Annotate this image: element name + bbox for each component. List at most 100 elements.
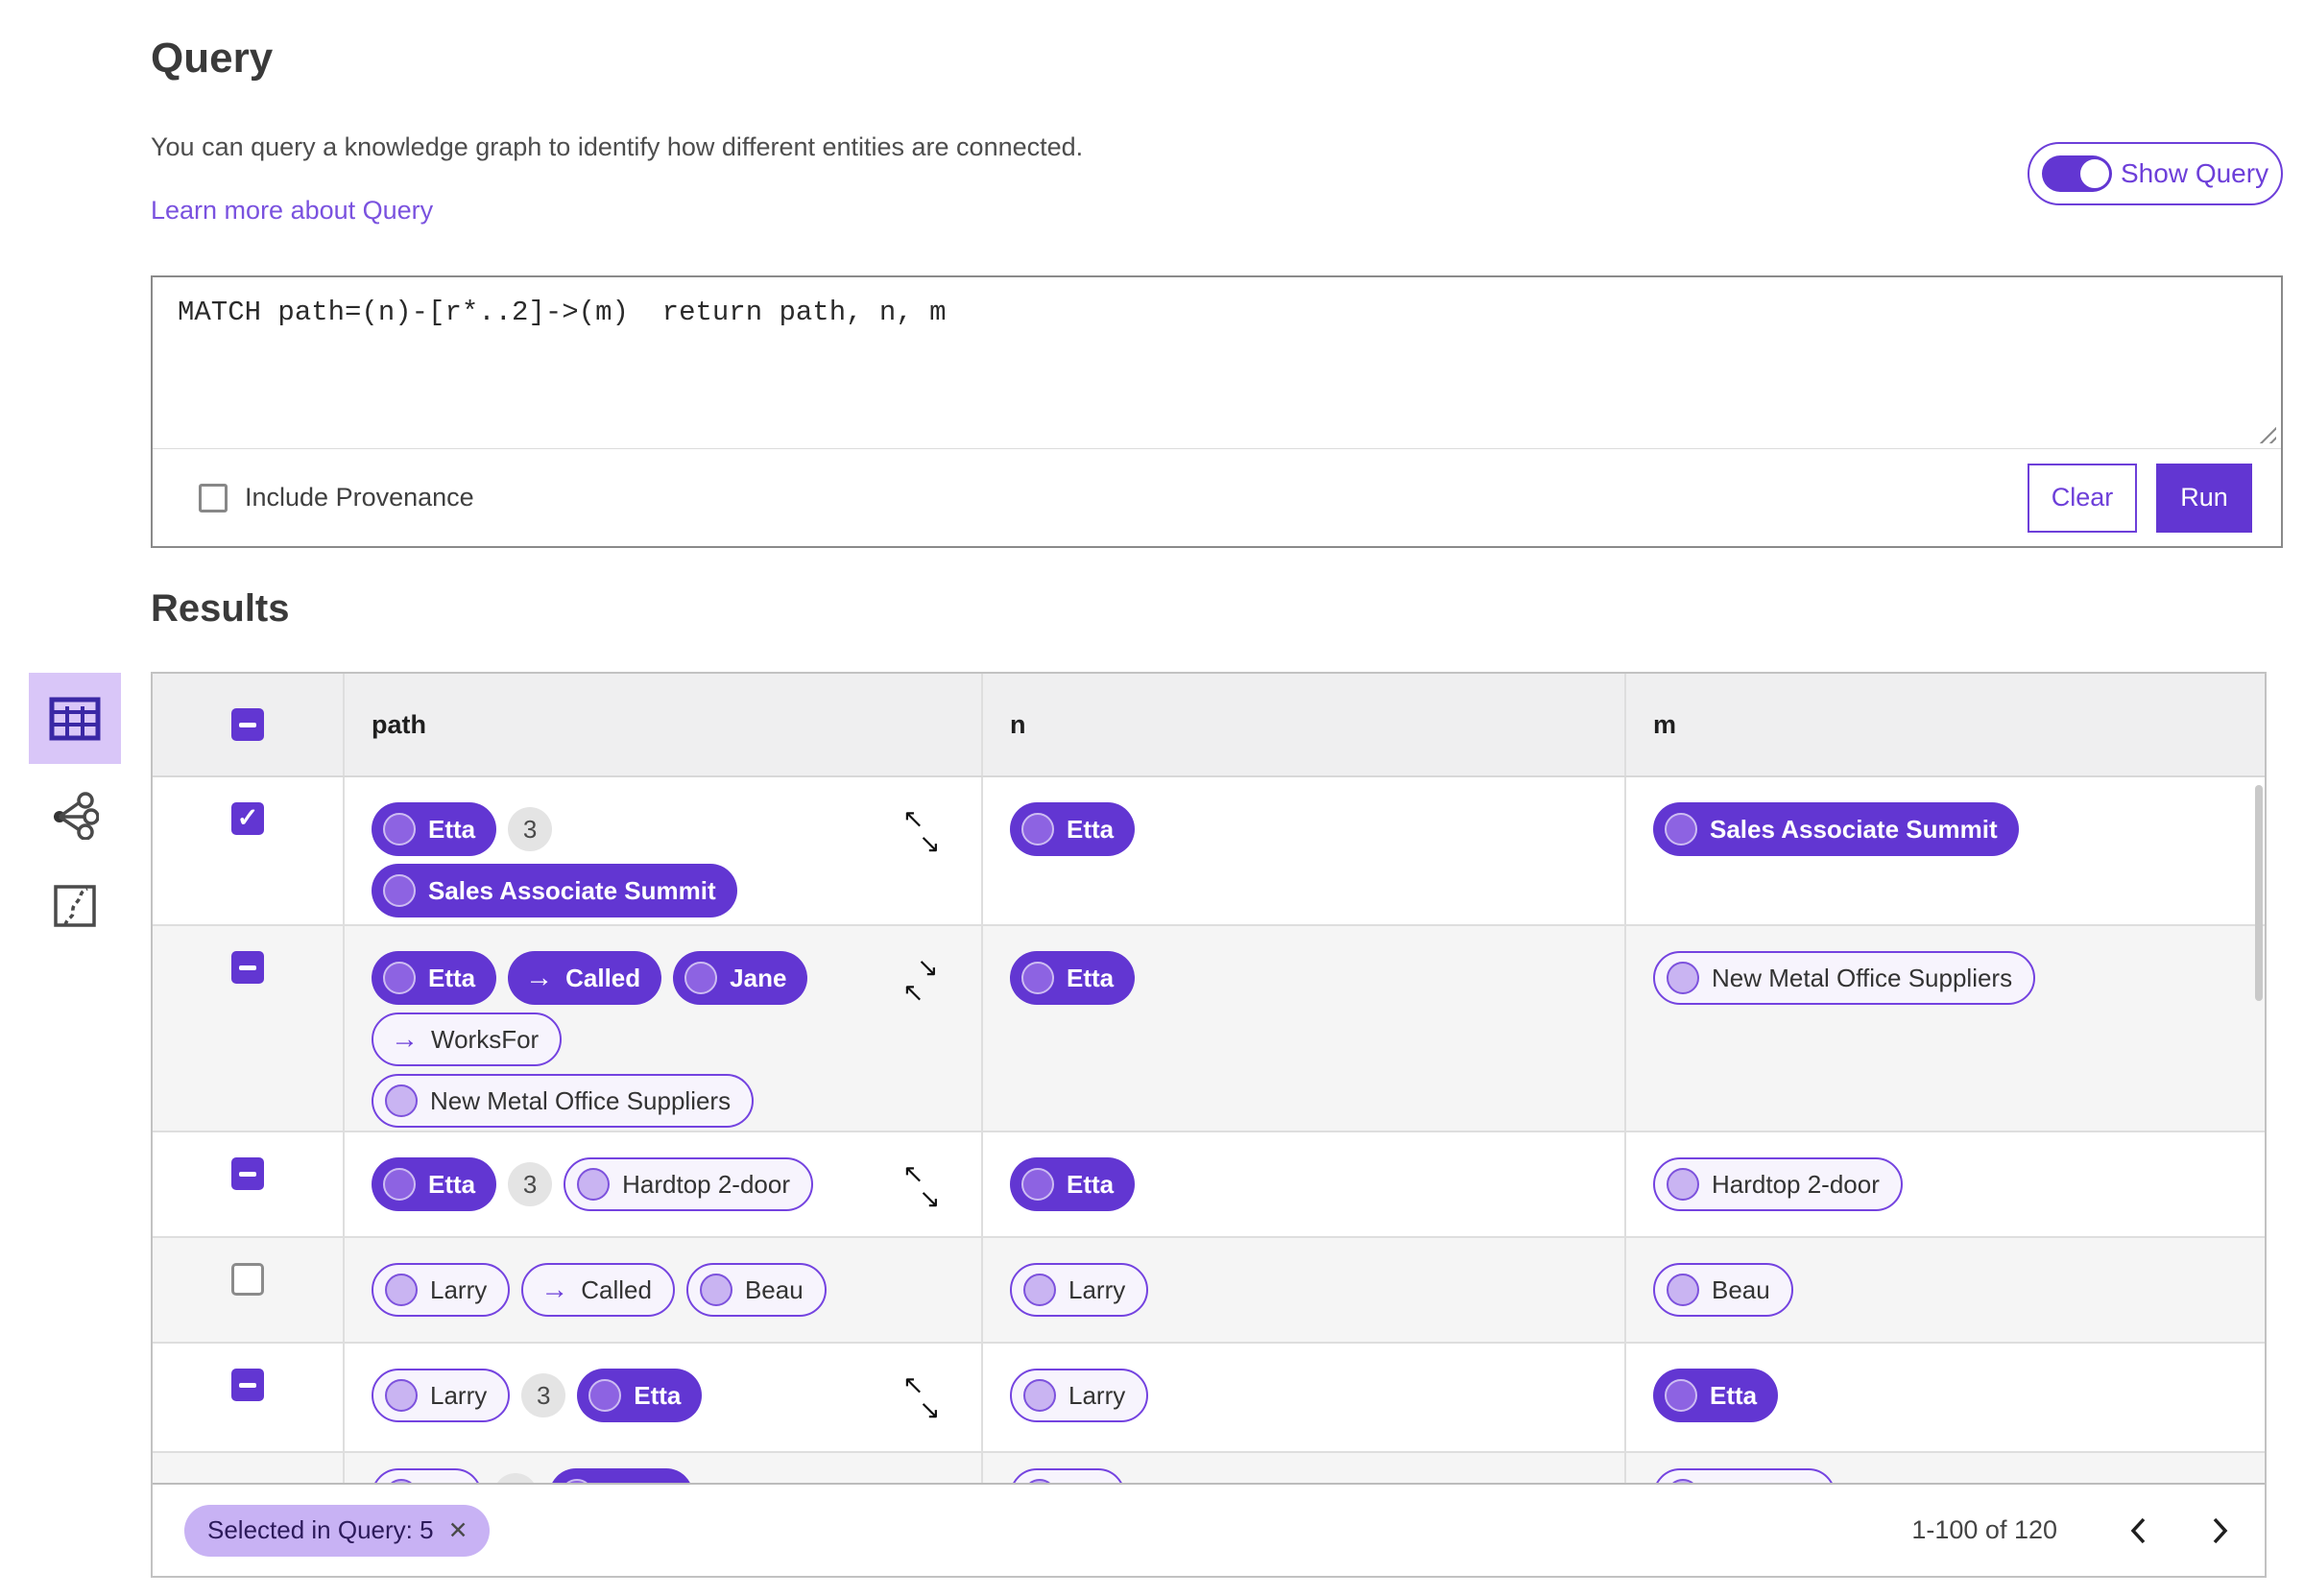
run-button[interactable]: Run xyxy=(2156,463,2252,533)
node-pill[interactable]: Etta xyxy=(1010,802,1136,856)
column-header-m[interactable]: m xyxy=(1626,674,2265,775)
path-line: Etta 3 Hardtop 2-door xyxy=(372,1157,958,1211)
pagination-range: 1-100 of 120 xyxy=(1911,1515,2057,1544)
show-query-toggle[interactable]: Show Query xyxy=(2028,142,2283,205)
node-pill[interactable]: New Metal Office Suppliers xyxy=(372,1074,755,1128)
avatar-circle xyxy=(1667,1479,1699,1483)
expand-icon[interactable]: ↖ ↘ xyxy=(902,1372,945,1426)
node-pill[interactable]: Etta xyxy=(372,802,497,856)
avatar-circle xyxy=(385,1479,418,1483)
node-pill[interactable]: Beau xyxy=(1653,1263,1793,1317)
row-checkbox[interactable] xyxy=(231,951,264,984)
pill-label: Larry xyxy=(430,1274,488,1304)
relationship-pill[interactable]: → WorksFor xyxy=(372,1012,563,1066)
pill-label: Larry xyxy=(1068,1380,1126,1410)
include-provenance-checkbox[interactable] xyxy=(199,483,228,512)
view-map-button[interactable] xyxy=(46,879,104,933)
expand-icon[interactable]: ↖ ↘ xyxy=(902,806,945,860)
avatar-circle xyxy=(383,813,416,846)
node-pill[interactable]: Larry xyxy=(1010,1369,1149,1422)
row-checkbox-cell xyxy=(153,1132,345,1236)
pill-label: Etta xyxy=(1710,1380,1758,1410)
arrow-icon: → xyxy=(391,1023,419,1055)
node-pill[interactable] xyxy=(549,1468,693,1483)
chip-close-icon[interactable]: ✕ xyxy=(448,1516,468,1545)
learn-more-link[interactable]: Learn more about Query xyxy=(151,196,433,226)
row-checkbox[interactable] xyxy=(231,802,264,835)
next-page-button[interactable] xyxy=(2199,1510,2242,1552)
node-pill[interactable]: Etta xyxy=(372,951,497,1005)
relationship-pill[interactable]: → Called xyxy=(521,1263,675,1317)
pill-label: Hardtop 2-door xyxy=(1712,1169,1880,1199)
node-pill[interactable]: Sales Associate Summit xyxy=(1653,802,2019,856)
editor-toolbar: Include Provenance Clear Run xyxy=(153,449,2281,546)
path-line: Larry 3 Etta xyxy=(372,1369,958,1422)
row-checkbox-cell xyxy=(153,1344,345,1451)
path-cell: Etta → Called Jane → WorksFor New Metal Office… xyxy=(345,926,983,1145)
path-line: Etta → Called Jane xyxy=(372,951,958,1005)
column-header-path[interactable]: path xyxy=(345,674,983,775)
node-pill[interactable]: Jane xyxy=(673,951,808,1005)
table-row: Larry → Called Beau Larry Beau xyxy=(153,1238,2265,1344)
resize-grip-icon[interactable] xyxy=(2255,422,2276,443)
n-cell: Etta xyxy=(983,1132,1626,1236)
count-badge: 3 xyxy=(508,1162,553,1206)
avatar-circle xyxy=(1665,1379,1697,1412)
relationship-pill[interactable]: → Called xyxy=(508,951,662,1005)
path-cell: Etta 3 Sales Associate Summit ↖ ↘ xyxy=(345,777,983,935)
expand-icon[interactable]: ↖ ↘ xyxy=(902,1161,945,1215)
avatar-circle xyxy=(383,874,416,907)
row-checkbox[interactable] xyxy=(231,1157,264,1190)
node-pill[interactable]: Larry xyxy=(1010,1263,1149,1317)
arrow-icon: → xyxy=(540,1274,569,1305)
avatar-circle xyxy=(383,962,416,994)
path-line: Sales Associate Summit xyxy=(372,864,958,917)
node-pill[interactable]: Etta xyxy=(1010,951,1136,1005)
node-pill[interactable]: Etta xyxy=(1653,1369,1779,1422)
node-pill[interactable] xyxy=(1653,1468,1836,1483)
toggle-knob xyxy=(2077,156,2112,191)
n-cell: Larry xyxy=(983,1344,1626,1451)
row-checkbox-cell xyxy=(153,926,345,1145)
row-checkbox[interactable] xyxy=(231,1369,264,1401)
node-pill[interactable]: Beau xyxy=(685,1263,827,1317)
node-pill[interactable]: Larry xyxy=(372,1263,511,1317)
avatar-circle xyxy=(1667,1274,1699,1306)
m-cell: Hardtop 2-door xyxy=(1626,1132,2265,1236)
clear-button[interactable]: Clear xyxy=(2028,463,2137,533)
select-all-checkbox[interactable] xyxy=(231,708,264,741)
pill-label: Etta xyxy=(1067,814,1115,844)
pill-label: Beau xyxy=(744,1274,804,1304)
include-provenance-label: Include Provenance xyxy=(245,483,474,512)
node-pill[interactable]: Etta xyxy=(372,1157,497,1211)
pill-label: Etta xyxy=(428,814,476,844)
node-pill[interactable]: Hardtop 2-door xyxy=(564,1157,814,1211)
column-header-n[interactable]: n xyxy=(983,674,1626,775)
node-pill[interactable] xyxy=(372,1468,482,1483)
node-pill[interactable]: Sales Associate Summit xyxy=(372,864,737,917)
query-textarea[interactable]: MATCH path=(n)-[r*..2]->(m) return path,… xyxy=(153,277,2281,449)
table-header: path n m xyxy=(153,674,2265,777)
node-pill[interactable]: Etta xyxy=(577,1369,703,1422)
row-checkbox[interactable] xyxy=(231,1263,264,1296)
avatar-circle xyxy=(1021,813,1054,846)
avatar-circle xyxy=(588,1379,622,1412)
prev-page-button[interactable] xyxy=(2117,1510,2159,1552)
avatar-circle xyxy=(1667,1168,1699,1201)
expand-icon[interactable]: ↘ ↖ xyxy=(902,955,945,1009)
view-table-button[interactable] xyxy=(29,673,121,764)
pill-label: New Metal Office Suppliers xyxy=(430,1085,732,1115)
node-pill[interactable] xyxy=(1010,1468,1125,1483)
pill-label: Called xyxy=(581,1274,652,1304)
view-graph-button[interactable] xyxy=(46,789,104,843)
node-pill[interactable]: Larry xyxy=(372,1369,511,1422)
scrollbar-thumb[interactable] xyxy=(2255,785,2263,1001)
node-pill[interactable]: Etta xyxy=(1010,1157,1136,1211)
toggle-switch-icon[interactable] xyxy=(2042,155,2112,192)
path-cell: Larry 3 Etta ↖ ↘ xyxy=(345,1344,983,1451)
selected-chip[interactable]: Selected in Query: 5 ✕ xyxy=(184,1504,490,1557)
node-pill[interactable]: New Metal Office Suppliers xyxy=(1653,951,2036,1005)
avatar-circle xyxy=(561,1479,593,1483)
count-badge: 3 xyxy=(521,1373,566,1417)
node-pill[interactable]: Hardtop 2-door xyxy=(1653,1157,1903,1211)
